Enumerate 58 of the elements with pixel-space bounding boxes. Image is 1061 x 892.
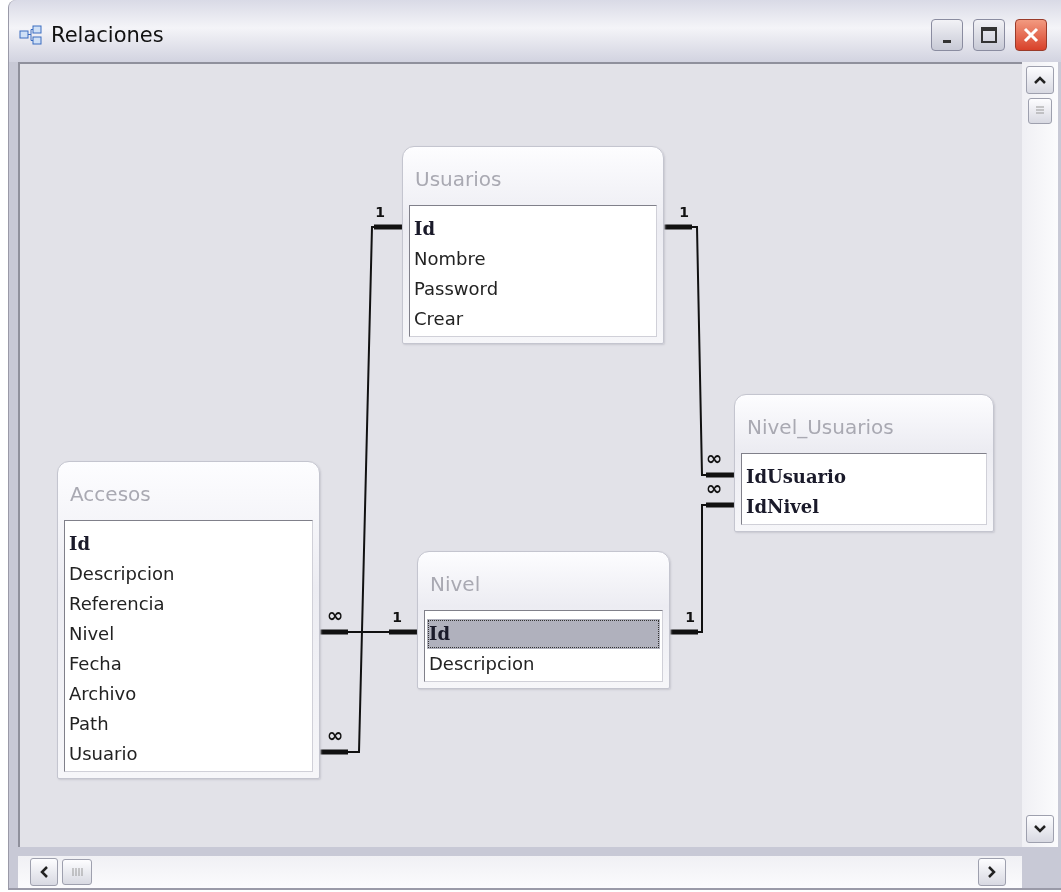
- cardinality-label: 1: [685, 609, 695, 625]
- relationships-icon: [19, 25, 43, 45]
- chevron-right-icon: [987, 865, 997, 879]
- scroll-right-button[interactable]: [978, 858, 1006, 886]
- chevron-left-icon: [39, 865, 49, 879]
- chevron-down-icon: [1033, 824, 1047, 834]
- minimize-button[interactable]: [931, 19, 963, 51]
- scroll-up-button[interactable]: [1026, 66, 1054, 94]
- table-card[interactable]: Nivel_Usuarios IdUsuario IdNivel: [734, 394, 994, 532]
- grip-icon: [1035, 105, 1045, 117]
- field-item[interactable]: Id: [427, 619, 660, 649]
- cardinality-label: ∞: [326, 723, 344, 747]
- scroll-down-button[interactable]: [1026, 815, 1054, 843]
- maximize-icon: [980, 26, 998, 44]
- chevron-up-icon: [1033, 75, 1047, 85]
- relationship-line[interactable]: [663, 224, 735, 478]
- window-title: Relaciones: [51, 23, 165, 47]
- field-item[interactable]: Password: [412, 274, 654, 304]
- field-item[interactable]: Path: [67, 709, 310, 739]
- cardinality-label: ∞: [326, 603, 344, 627]
- table-card[interactable]: Usuarios Id Nombre Password Crear: [402, 146, 664, 344]
- table-card[interactable]: Nivel Id Descripcion: [417, 551, 670, 689]
- close-button[interactable]: [1015, 19, 1047, 51]
- grip-icon: [71, 867, 83, 877]
- field-item[interactable]: IdUsuario: [744, 462, 984, 492]
- cardinality-label: ∞: [705, 476, 723, 500]
- field-item[interactable]: Descripcion: [67, 559, 310, 589]
- table-title: Nivel_Usuarios: [746, 414, 895, 441]
- relationship-line[interactable]: [319, 629, 418, 635]
- field-item[interactable]: Nivel: [67, 619, 310, 649]
- maximize-button[interactable]: [973, 19, 1005, 51]
- field-item[interactable]: Id: [412, 214, 654, 244]
- table-title: Nivel: [429, 571, 482, 598]
- table-card[interactable]: Accesos Id Descripcion Referencia Nivel Fecha Archivo Path Usuario: [57, 461, 320, 779]
- cardinality-label: 1: [679, 204, 689, 220]
- cardinality-label: ∞: [705, 446, 723, 470]
- field-item[interactable]: Archivo: [67, 679, 310, 709]
- field-item[interactable]: IdNivel: [744, 492, 984, 522]
- cardinality-label: 1: [392, 609, 402, 625]
- vertical-scrollbar[interactable]: [1022, 62, 1058, 847]
- scroll-thumb[interactable]: [62, 859, 92, 885]
- horizontal-scrollbar[interactable]: [18, 856, 1022, 888]
- field-item[interactable]: Nombre: [412, 244, 654, 274]
- cardinality-label: 1: [375, 204, 385, 220]
- field-item[interactable]: Crear: [412, 304, 654, 334]
- table-title: Usuarios: [414, 166, 503, 193]
- field-item[interactable]: Descripcion: [427, 649, 660, 679]
- field-item[interactable]: Fecha: [67, 649, 310, 679]
- field-item[interactable]: Id: [67, 529, 310, 559]
- close-icon: [1022, 26, 1040, 44]
- scroll-thumb[interactable]: [1028, 98, 1052, 124]
- relationship-line[interactable]: [319, 224, 403, 755]
- scroll-left-button[interactable]: [30, 858, 58, 886]
- table-title: Accesos: [69, 481, 152, 508]
- relationship-line[interactable]: [669, 502, 735, 635]
- field-item[interactable]: Referencia: [67, 589, 310, 619]
- minimize-icon: [943, 39, 951, 43]
- field-item[interactable]: Usuario: [67, 739, 310, 769]
